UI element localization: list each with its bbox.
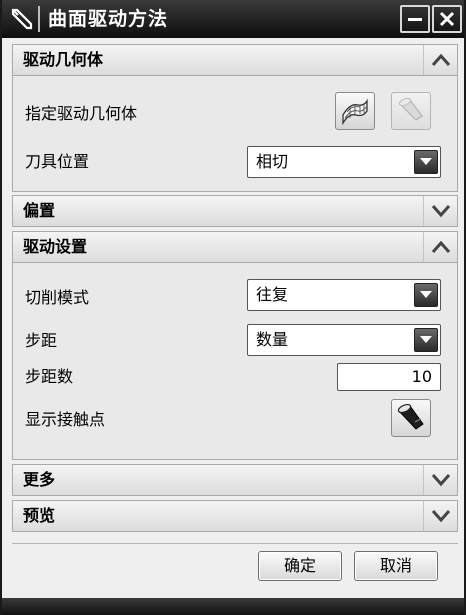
tool-position-label: 刀具位置 <box>25 152 90 171</box>
title-bar[interactable]: 曲面驱动方法 <box>2 0 464 38</box>
close-icon <box>439 11 455 27</box>
chevron-down-icon <box>420 336 432 343</box>
stepover-count-input[interactable]: 10 <box>337 363 441 391</box>
dropdown-button[interactable] <box>414 150 438 174</box>
cut-mode-value: 往复 <box>256 285 289 304</box>
show-contact-points-label: 显示接触点 <box>25 410 106 429</box>
tool-position-select[interactable]: 相切 <box>247 146 441 178</box>
specify-drive-geometry-label: 指定驱动几何体 <box>25 104 138 123</box>
chevron-down-icon <box>420 291 432 298</box>
surface-drive-method-dialog: 曲面驱动方法 驱动几何体 指定驱动几何体 刀具位置 相切 偏置 驱动设置 切削模… <box>0 0 466 615</box>
close-button[interactable] <box>432 5 462 33</box>
surface-grid-icon <box>342 98 368 125</box>
section-title: 驱动设置 <box>23 237 88 256</box>
display-geometry-button[interactable] <box>391 92 431 130</box>
expand-button[interactable] <box>423 501 457 531</box>
section-title: 驱动几何体 <box>23 50 104 69</box>
pencil-icon <box>11 8 33 30</box>
chevron-up-icon <box>431 240 450 253</box>
specify-drive-geometry-button[interactable] <box>335 92 375 130</box>
chevron-down-icon <box>431 474 450 487</box>
show-contact-points-button[interactable] <box>391 399 431 437</box>
ok-button[interactable]: 确定 <box>258 551 342 581</box>
minimize-icon <box>408 18 422 21</box>
expand-button[interactable] <box>423 465 457 495</box>
collapse-button[interactable] <box>423 45 457 75</box>
section-more-header[interactable]: 更多 <box>12 464 458 496</box>
window-title: 曲面驱动方法 <box>48 8 169 30</box>
stepover-select[interactable]: 数量 <box>247 324 441 356</box>
dropdown-button[interactable] <box>414 283 438 307</box>
stepover-count-label: 步距数 <box>25 367 74 386</box>
chevron-down-icon <box>431 510 450 523</box>
cancel-button[interactable]: 取消 <box>354 551 438 581</box>
section-drive-geometry-header[interactable]: 驱动几何体 <box>12 44 458 76</box>
expand-button[interactable] <box>423 196 457 226</box>
section-title: 预览 <box>23 506 56 525</box>
section-preview-header[interactable]: 预览 <box>12 500 458 532</box>
section-drive-settings-body: 切削模式 往复 步距 数量 步距数 10 显示接触点 <box>12 263 458 460</box>
dropdown-button[interactable] <box>414 328 438 352</box>
section-drive-settings-header[interactable]: 驱动设置 <box>12 231 458 263</box>
cut-mode-select[interactable]: 往复 <box>247 279 441 311</box>
section-offset-header[interactable]: 偏置 <box>12 195 458 227</box>
section-title: 更多 <box>23 470 56 489</box>
title-separator <box>38 6 40 32</box>
tool-position-value: 相切 <box>256 152 289 171</box>
collapse-button[interactable] <box>423 232 457 262</box>
chevron-down-icon <box>420 158 432 165</box>
chevron-down-icon <box>431 205 450 218</box>
flashlight-icon <box>397 403 424 430</box>
window-bottom-border <box>2 598 464 615</box>
minimize-button[interactable] <box>400 5 430 33</box>
cut-mode-label: 切削模式 <box>25 288 90 307</box>
stepover-label: 步距 <box>25 331 58 350</box>
flashlight-icon <box>398 97 423 121</box>
chevron-up-icon <box>431 53 450 66</box>
footer-divider <box>12 543 458 544</box>
section-drive-geometry-body: 指定驱动几何体 刀具位置 相切 <box>12 76 458 192</box>
section-title: 偏置 <box>23 201 56 220</box>
stepover-value: 数量 <box>256 330 289 349</box>
